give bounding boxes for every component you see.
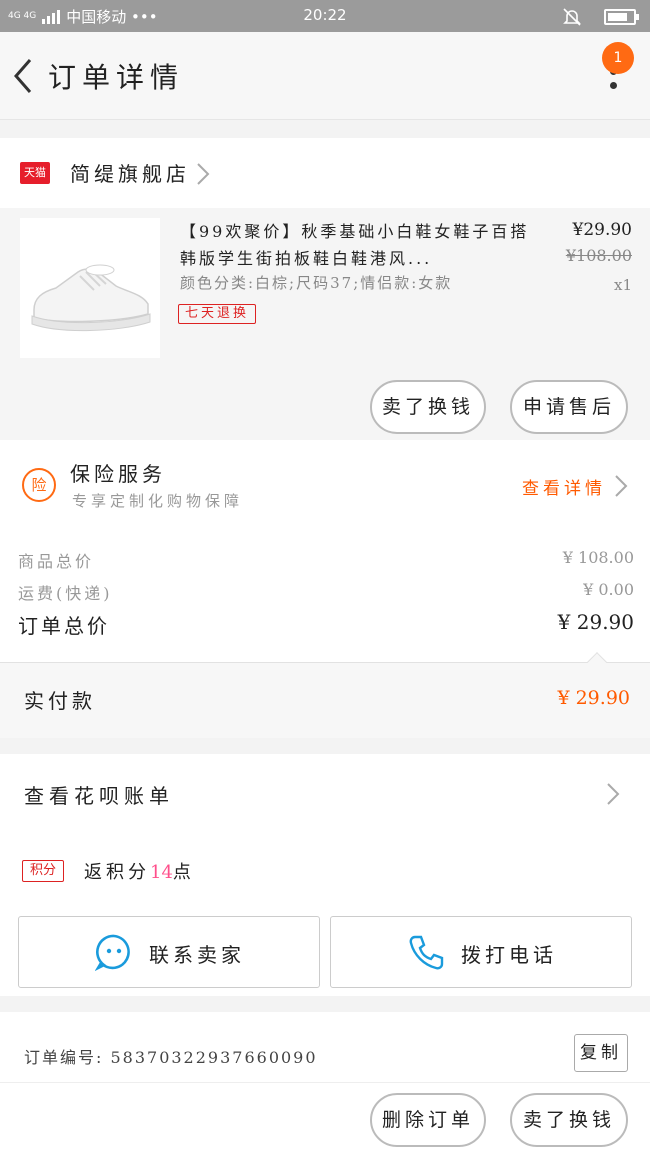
return-policy-tag: 七天退换 bbox=[178, 304, 257, 324]
status-bar: 4G 4G 中国移动 ••• 20:22 bbox=[0, 0, 650, 32]
shipping-value: ¥ 0.00 bbox=[583, 580, 634, 599]
order-item[interactable]: 【99欢聚价】秋季基础小白鞋女鞋子百搭韩版学生街拍板鞋白鞋港风... 颜色分类:… bbox=[0, 208, 650, 440]
product-quantity: x1 bbox=[613, 276, 632, 294]
product-image[interactable] bbox=[20, 218, 160, 358]
notification-badge: 1 bbox=[602, 42, 634, 74]
points-prefix: 返积分 bbox=[84, 862, 150, 883]
goods-total-label: 商品总价 bbox=[18, 552, 95, 571]
price-summary: 商品总价 ¥ 108.00 运费(快递) ¥ 0.00 订单总价 ¥ 29.90 bbox=[0, 532, 650, 662]
order-number: 订单编号: 58370322937660090 bbox=[24, 1048, 318, 1067]
tmall-logo: 天猫 bbox=[20, 162, 50, 184]
call-phone-button[interactable]: 拨打电话 bbox=[330, 916, 632, 988]
insurance-title: 保险服务 bbox=[70, 462, 166, 486]
clock: 20:22 bbox=[303, 6, 347, 24]
shipping-row: 运费(快递) ¥ 0.00 bbox=[18, 580, 634, 604]
resell-button[interactable]: 卖了换钱 bbox=[370, 380, 486, 434]
insurance-subtitle: 专享定制化购物保障 bbox=[72, 492, 244, 510]
actual-payment-row: 实付款 ¥ 29.90 bbox=[0, 652, 650, 738]
points-suffix: 点 bbox=[172, 862, 195, 883]
delete-order-button[interactable]: 删除订单 bbox=[370, 1093, 486, 1147]
points-count: 14 bbox=[150, 862, 173, 883]
original-price: ¥108.00 bbox=[565, 246, 632, 265]
chevron-right-icon bbox=[615, 475, 628, 497]
bottom-action-bar: 删除订单 卖了换钱 bbox=[0, 1082, 650, 1155]
chevron-right-icon bbox=[607, 783, 620, 805]
back-arrow-icon[interactable] bbox=[8, 54, 38, 98]
contact-seller-button[interactable]: 联系卖家 bbox=[18, 916, 320, 988]
page-title: 订单详情 bbox=[48, 61, 185, 94]
mute-bell-icon bbox=[563, 8, 581, 26]
order-total-label: 订单总价 bbox=[18, 614, 110, 638]
insurance-details-link[interactable]: 查看详情 bbox=[522, 474, 606, 499]
points-text: 返积分14点 bbox=[84, 858, 195, 884]
product-price: ¥29.90 bbox=[572, 220, 632, 240]
shipping-label: 运费(快递) bbox=[18, 584, 113, 603]
shop-row[interactable]: 天猫 简缇旗舰店 bbox=[0, 138, 650, 208]
goods-total-value: ¥ 108.00 bbox=[562, 548, 634, 567]
huabei-bill-link[interactable]: 查看花呗账单 bbox=[24, 780, 174, 809]
nav-bar: 订单详情 1 bbox=[0, 32, 650, 120]
order-total-value: ¥ 29.90 bbox=[557, 610, 634, 634]
product-title: 【99欢聚价】秋季基础小白鞋女鞋子百搭韩版学生街拍板鞋白鞋港风... bbox=[180, 222, 530, 268]
insurance-row[interactable]: 险 保险服务 专享定制化购物保障 查看详情 bbox=[0, 440, 650, 532]
insurance-icon: 险 bbox=[22, 468, 56, 502]
services-section: 查看花呗账单 积分 返积分14点 联系卖家 拨打电话 bbox=[0, 754, 650, 996]
sneaker-icon bbox=[31, 264, 151, 332]
more-menu-icon[interactable] bbox=[610, 68, 620, 108]
bottom-resell-button[interactable]: 卖了换钱 bbox=[510, 1093, 628, 1147]
order-total-row: 订单总价 ¥ 29.90 bbox=[18, 610, 634, 639]
actual-payment-value: ¥ 29.90 bbox=[557, 687, 630, 709]
contact-seller-label: 联系卖家 bbox=[149, 943, 245, 967]
battery-fill bbox=[608, 13, 628, 21]
phone-icon bbox=[409, 935, 444, 970]
battery-icon bbox=[604, 9, 639, 25]
actual-payment-label: 实付款 bbox=[24, 689, 96, 713]
shop-name: 简缇旗舰店 bbox=[70, 162, 190, 186]
copy-button[interactable]: 复制 bbox=[574, 1034, 628, 1072]
points-tag: 积分 bbox=[22, 860, 64, 882]
after-sale-button[interactable]: 申请售后 bbox=[510, 380, 628, 434]
product-sku: 颜色分类:白棕;尺码37;情侣款:女款 bbox=[180, 274, 453, 292]
call-phone-label: 拨打电话 bbox=[461, 943, 557, 967]
goods-total-row: 商品总价 ¥ 108.00 bbox=[18, 548, 634, 572]
chat-face-icon bbox=[95, 934, 130, 971]
chevron-right-icon bbox=[197, 163, 210, 185]
